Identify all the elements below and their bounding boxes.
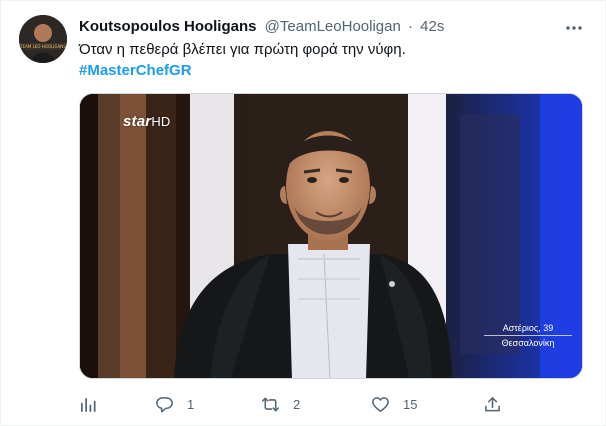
retweet-arrows-icon	[261, 397, 280, 411]
share-button[interactable]	[483, 393, 502, 415]
display-name[interactable]: Koutsopoulos Hooligans	[79, 18, 257, 35]
channel-logo-text: star	[123, 113, 152, 130]
separator-dot: ·	[408, 18, 413, 35]
contestant-caption: Αστέριος, 39 Θεσσαλονίκη	[484, 322, 572, 349]
avatar[interactable]: TEAM LEO HOOLIGANS	[19, 15, 67, 63]
tweet-actions: 1 2 15	[79, 393, 583, 415]
timestamp[interactable]: 42s	[420, 18, 444, 35]
tweet-text: Όταν η πεθερά βλέπει για πρώτη φορά την …	[79, 41, 406, 58]
hashtag-link[interactable]: #MasterChefGR	[79, 61, 192, 81]
channel-logo: starHD	[123, 113, 171, 130]
tweet-header: Koutsopoulos Hooligans @TeamLeoHooligan …	[79, 17, 444, 37]
retweet-count: 2	[293, 396, 301, 412]
more-dots-icon	[566, 26, 582, 30]
reply-button[interactable]: 1	[155, 393, 194, 415]
more-options-button[interactable]	[563, 17, 585, 39]
avatar-text: TEAM LEO HOOLIGANS	[19, 44, 66, 49]
like-count: 15	[403, 396, 418, 412]
retweet-button[interactable]: 2	[261, 393, 300, 415]
caption-name: Αστέριος, 39	[502, 323, 554, 333]
tweet-card[interactable]: TEAM LEO HOOLIGANS Koutsopoulos Hooligan…	[0, 0, 606, 426]
analytics-button[interactable]	[79, 393, 98, 415]
channel-logo-suffix: HD	[151, 114, 171, 129]
share-arrow-icon	[485, 396, 500, 411]
speech-bubble-icon	[156, 396, 173, 412]
heart-icon	[372, 396, 389, 412]
like-button[interactable]: 15	[371, 393, 417, 415]
caption-divider	[484, 335, 572, 336]
tweet-media[interactable]: starHD Αστέριος, 39 Θεσσαλονίκη	[79, 93, 583, 379]
bar-chart-icon	[80, 397, 96, 412]
reply-count: 1	[187, 396, 195, 412]
user-handle[interactable]: @TeamLeoHooligan	[265, 18, 401, 35]
caption-location: Θεσσαλονίκη	[501, 338, 555, 348]
avatar-image: TEAM LEO HOOLIGANS	[19, 15, 67, 63]
